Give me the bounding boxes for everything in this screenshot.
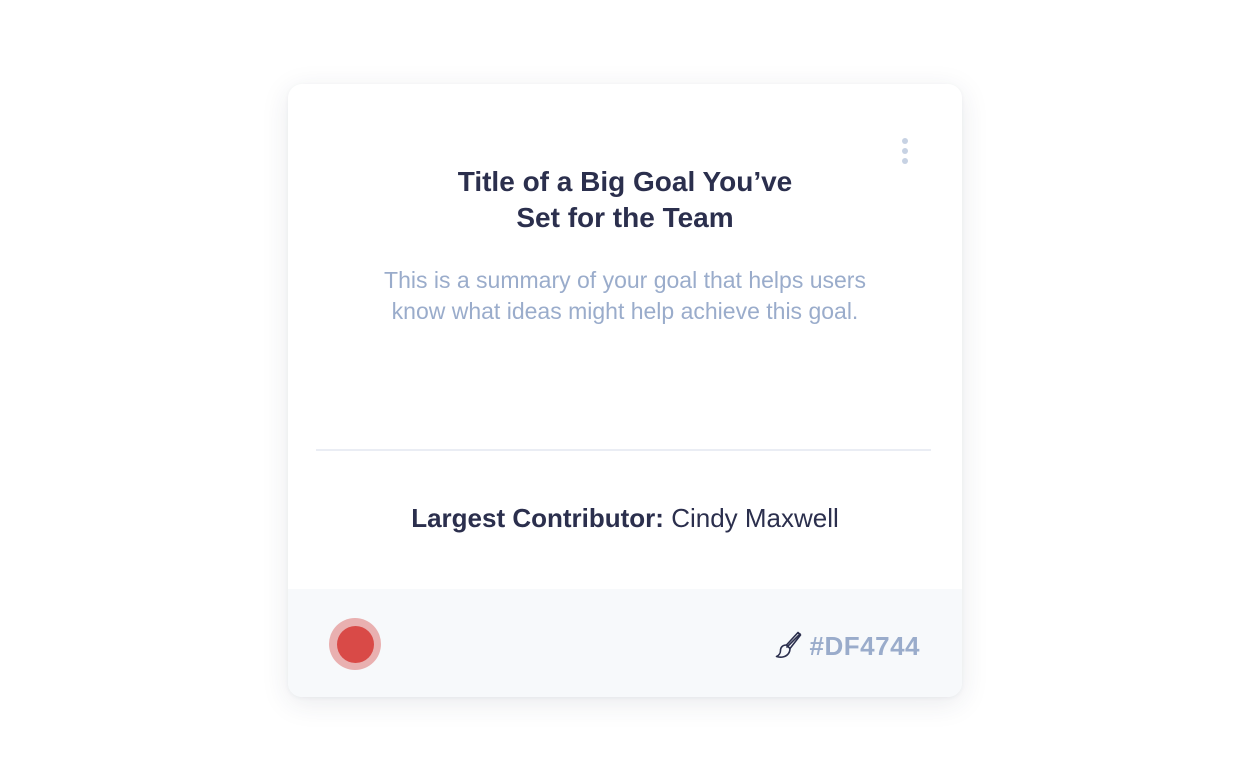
goal-title-line-1: Title of a Big Goal You’ve (457, 166, 793, 197)
goal-summary: This is a summary of your goal that help… (288, 265, 962, 327)
largest-contributor: Largest Contributor: Cindy Maxwell (288, 500, 962, 536)
goal-summary-line-1: This is a summary of your goal that help… (384, 267, 866, 293)
color-hex-control[interactable]: #DF4744 (774, 629, 920, 663)
card-divider (316, 449, 931, 451)
largest-contributor-label: Largest Contributor: (411, 503, 664, 533)
goal-summary-line-2: know what ideas might help achieve this … (391, 298, 859, 324)
card-footer: #DF4744 (288, 589, 962, 697)
largest-contributor-name: Cindy Maxwell (671, 503, 839, 533)
color-hex-value: #DF4744 (809, 631, 920, 661)
color-swatch-fill (336, 625, 374, 663)
color-swatch[interactable] (329, 618, 381, 670)
paintbrush-icon (774, 631, 802, 661)
more-options-icon[interactable] (892, 134, 918, 168)
more-options-dot (902, 148, 908, 154)
goal-title: Title of a Big Goal You’ve Set for the T… (288, 164, 962, 236)
goal-card: Title of a Big Goal You’ve Set for the T… (288, 84, 962, 697)
goal-title-line-2: Set for the Team (516, 202, 734, 233)
more-options-dot (902, 138, 908, 144)
